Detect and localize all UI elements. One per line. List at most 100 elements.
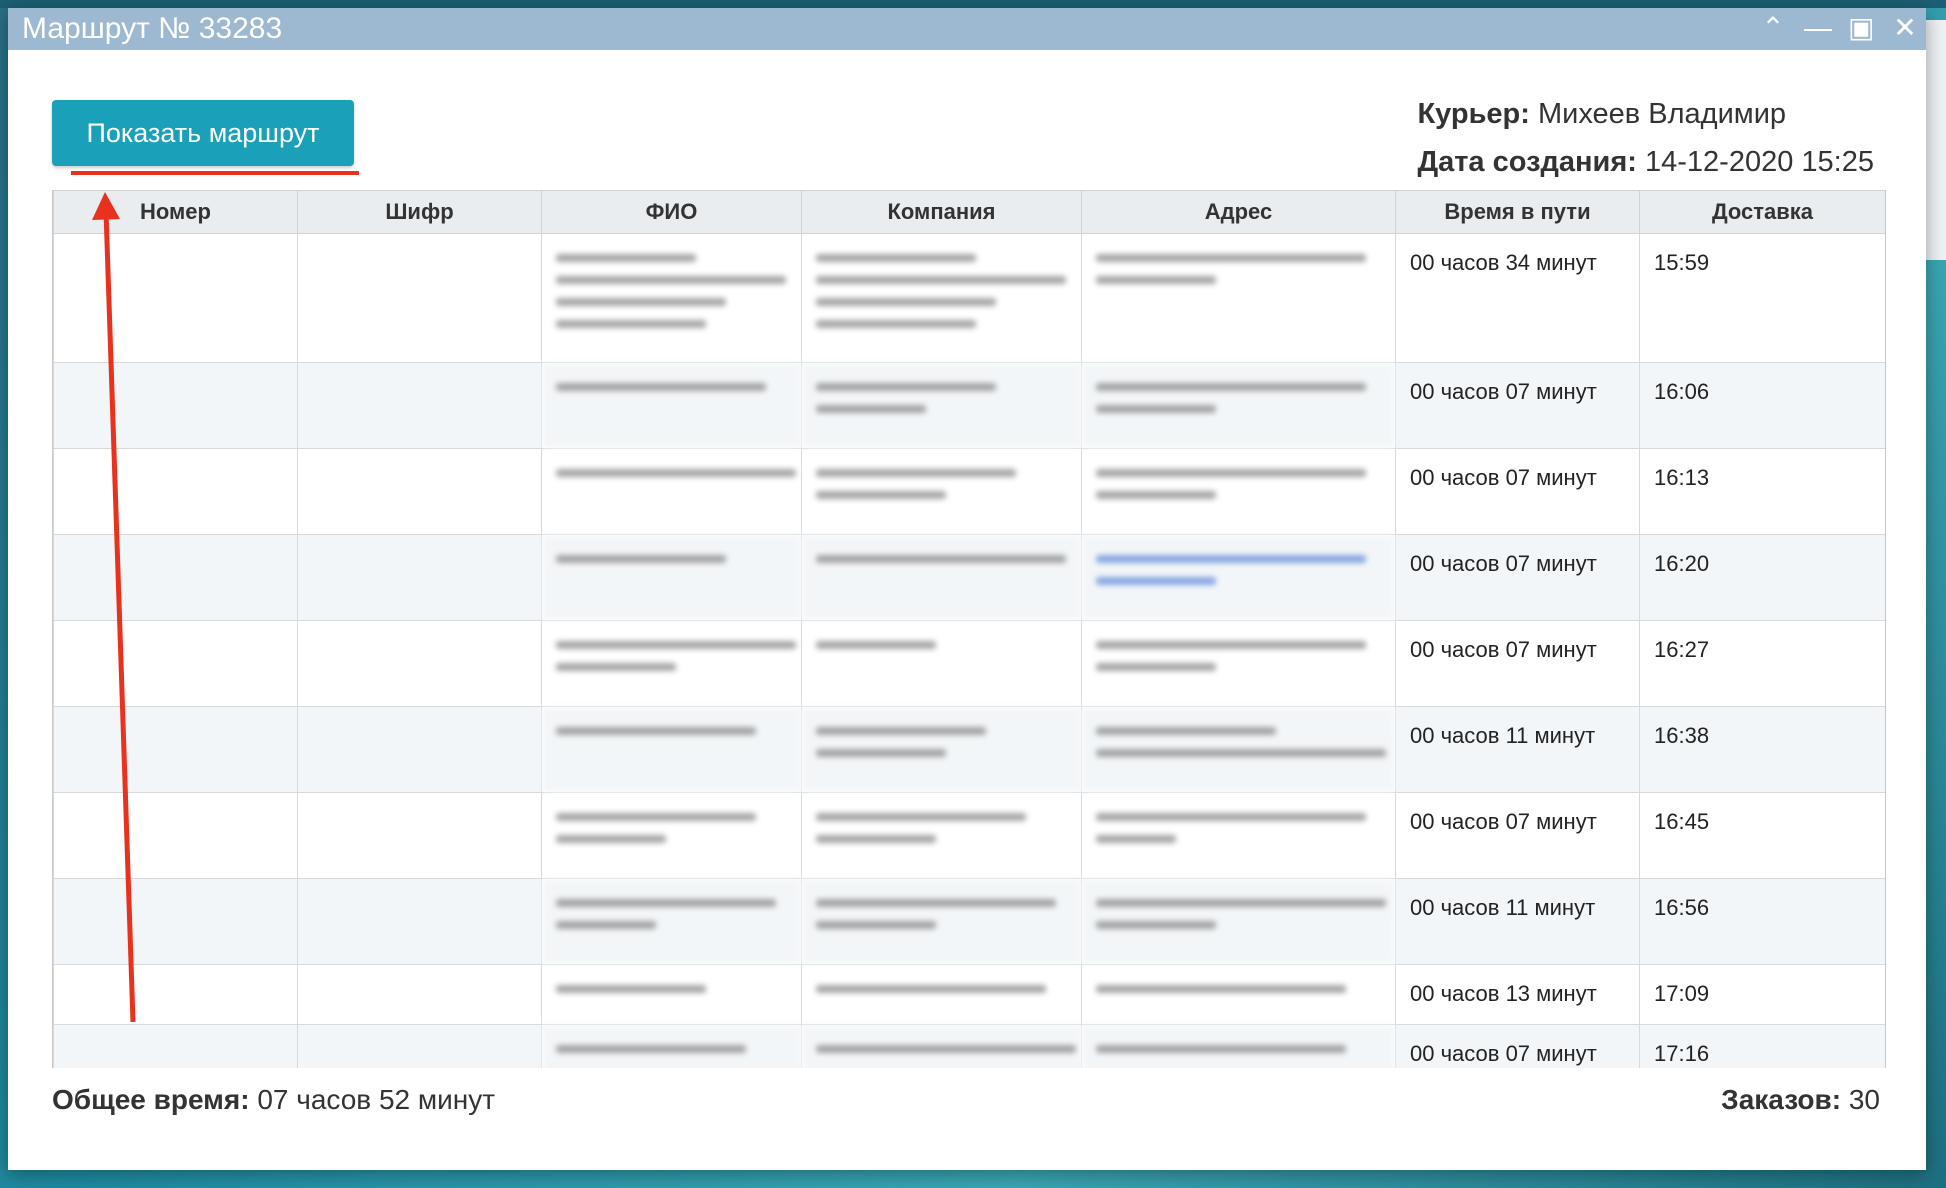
redacted-company-cell (801, 964, 1082, 1025)
redacted-name-cell (541, 706, 802, 793)
table-row[interactable]: 00 часов 34 минут 15:59 (53, 233, 1885, 363)
redacted-company-cell (801, 233, 1082, 363)
number-cell (53, 448, 298, 535)
collapse-icon[interactable]: ⌃ (1760, 14, 1786, 42)
travel-time-cell: 00 часов 11 минут (1395, 706, 1640, 793)
number-cell (53, 362, 298, 449)
number-cell (53, 964, 298, 1025)
code-cell (297, 233, 542, 363)
code-cell (297, 706, 542, 793)
table-row[interactable]: 00 часов 07 минут 16:06 (53, 362, 1885, 449)
redacted-company-cell (801, 878, 1082, 965)
minimize-icon[interactable]: — (1804, 14, 1832, 42)
redacted-name-cell (541, 964, 802, 1025)
show-route-button[interactable]: Показать маршрут (52, 100, 354, 166)
dialog-titlebar[interactable]: Маршрут № 33283 ⌃ — ▣ ✕ (8, 8, 1926, 50)
column-header[interactable]: Компания (801, 190, 1082, 234)
number-cell (53, 1024, 298, 1068)
route-info: Курьер: Михеев Владимир Дата создания: 1… (1417, 90, 1874, 186)
annotation-underline (71, 171, 359, 175)
code-cell (297, 964, 542, 1025)
redacted-company-cell (801, 706, 1082, 793)
total-time-value: 07 часов 52 минут (257, 1084, 496, 1115)
number-cell (53, 706, 298, 793)
orders-table: Номер Шифр ФИО Компания Адрес Время в пу… (53, 190, 1885, 1068)
travel-time-cell: 00 часов 13 минут (1395, 964, 1640, 1025)
orders-table-container[interactable]: Номер Шифр ФИО Компания Адрес Время в пу… (52, 190, 1886, 1068)
redacted-address-cell (1081, 362, 1396, 449)
column-header[interactable]: Шифр (297, 190, 542, 234)
courier-value: Михеев Владимир (1538, 98, 1787, 130)
created-label: Дата создания: (1417, 146, 1637, 178)
code-cell (297, 792, 542, 879)
delivery-time-cell: 16:06 (1639, 362, 1885, 449)
orders-count-value: 30 (1848, 1084, 1880, 1115)
travel-time-cell: 00 часов 07 минут (1395, 448, 1640, 535)
travel-time-cell: 00 часов 34 минут (1395, 233, 1640, 363)
delivery-time-cell: 17:16 (1639, 1024, 1885, 1068)
delivery-time-cell: 16:20 (1639, 534, 1885, 621)
column-header[interactable]: Время в пути (1395, 190, 1640, 234)
table-row[interactable]: 00 часов 11 минут 16:56 (53, 878, 1885, 965)
table-row[interactable]: 00 часов 07 минут 16:13 (53, 448, 1885, 535)
redacted-company-cell (801, 448, 1082, 535)
redacted-name-cell (541, 792, 802, 879)
redacted-address-cell (1081, 233, 1396, 363)
redacted-address-cell (1081, 620, 1396, 707)
column-header[interactable]: Адрес (1081, 190, 1396, 234)
column-header[interactable]: Доставка (1639, 190, 1885, 234)
close-icon[interactable]: ✕ (1892, 14, 1918, 42)
travel-time-cell: 00 часов 07 минут (1395, 362, 1640, 449)
redacted-company-cell (801, 792, 1082, 879)
dialog-title: Маршрут № 33283 (22, 12, 283, 45)
table-row[interactable]: 00 часов 07 минут 16:45 (53, 792, 1885, 879)
redacted-company-cell (801, 620, 1082, 707)
redacted-company-cell (801, 1024, 1082, 1068)
redacted-address-cell (1081, 448, 1396, 535)
redacted-address-cell (1081, 792, 1396, 879)
number-cell (53, 233, 298, 363)
table-row[interactable]: 00 часов 07 минут 17:16 (53, 1024, 1885, 1068)
table-row[interactable]: 00 часов 07 минут 16:27 (53, 620, 1885, 707)
redacted-name-cell (541, 1024, 802, 1068)
number-cell (53, 792, 298, 879)
delivery-time-cell: 16:27 (1639, 620, 1885, 707)
created-value: 14-12-2020 15:25 (1645, 146, 1874, 178)
redacted-name-cell (541, 448, 802, 535)
redacted-address-cell (1081, 706, 1396, 793)
redacted-name-cell (541, 878, 802, 965)
redacted-address-cell (1081, 1024, 1396, 1068)
number-cell (53, 620, 298, 707)
table-header-row: Номер Шифр ФИО Компания Адрес Время в пу… (53, 190, 1885, 234)
desktop-top-bar (0, 0, 1946, 8)
column-header[interactable]: Номер (53, 190, 298, 234)
table-row[interactable]: 00 часов 07 минут 16:20 (53, 534, 1885, 621)
redacted-name-cell (541, 233, 802, 363)
number-cell (53, 534, 298, 621)
delivery-time-cell: 15:59 (1639, 233, 1885, 363)
code-cell (297, 878, 542, 965)
route-dialog: Маршрут № 33283 ⌃ — ▣ ✕ Показать маршрут… (8, 8, 1926, 1170)
total-time: Общее время: 07 часов 52 минут (52, 1084, 495, 1116)
courier-label: Курьер: (1417, 98, 1530, 130)
travel-time-cell: 00 часов 07 минут (1395, 534, 1640, 621)
travel-time-cell: 00 часов 07 минут (1395, 792, 1640, 879)
orders-count-label: Заказов: (1721, 1084, 1842, 1115)
number-cell (53, 878, 298, 965)
redacted-company-cell (801, 534, 1082, 621)
table-row[interactable]: 00 часов 13 минут 17:09 (53, 964, 1885, 1025)
created-row: Дата создания: 14-12-2020 15:25 (1417, 138, 1874, 186)
table-row[interactable]: 00 часов 11 минут 16:38 (53, 706, 1885, 793)
orders-count: Заказов: 30 (1721, 1084, 1880, 1116)
delivery-time-cell: 16:38 (1639, 706, 1885, 793)
code-cell (297, 620, 542, 707)
code-cell (297, 448, 542, 535)
total-time-label: Общее время: (52, 1084, 250, 1115)
redacted-address-cell (1081, 878, 1396, 965)
delivery-time-cell: 17:09 (1639, 964, 1885, 1025)
redacted-address-cell (1081, 534, 1396, 621)
redacted-name-cell (541, 362, 802, 449)
column-header[interactable]: ФИО (541, 190, 802, 234)
maximize-icon[interactable]: ▣ (1848, 14, 1874, 42)
redacted-name-cell (541, 534, 802, 621)
